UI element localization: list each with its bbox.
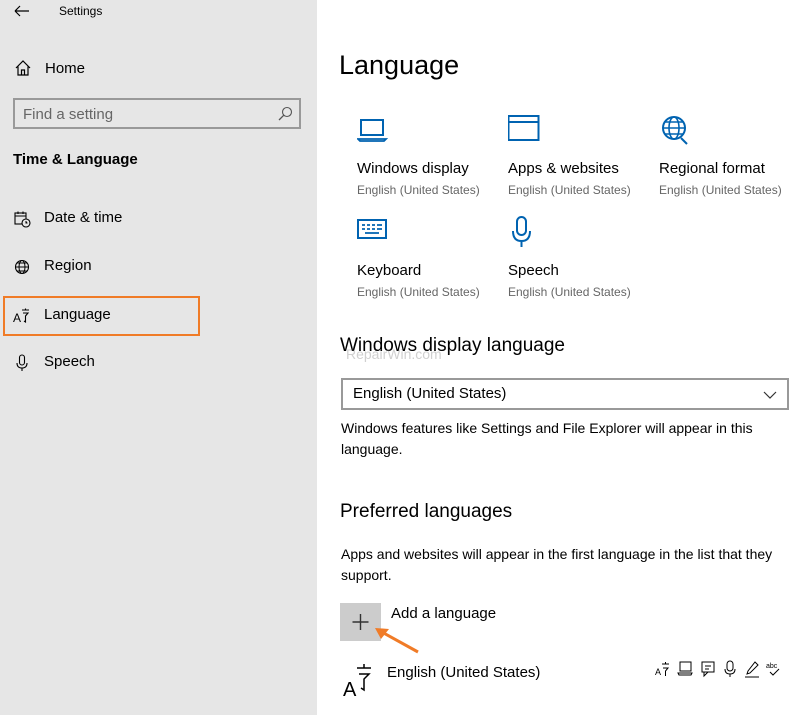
svg-text:A: A	[13, 311, 21, 325]
search-box[interactable]	[13, 98, 301, 129]
handwriting-icon	[745, 661, 759, 678]
sidebar-item-speech[interactable]: Speech	[3, 343, 200, 383]
tile-subtitle: English (United States)	[508, 183, 631, 197]
tile-subtitle: English (United States)	[357, 183, 480, 197]
tile-name: Speech	[508, 262, 559, 279]
microphone-icon	[512, 216, 531, 247]
home-label: Home	[45, 59, 86, 77]
tile-name: Windows display	[357, 160, 469, 177]
tile-name: Apps & websites	[508, 160, 619, 177]
add-language-label: Add a language	[391, 605, 497, 622]
svg-text:A: A	[343, 679, 357, 698]
home-icon	[15, 60, 31, 76]
back-arrow-icon[interactable]	[12, 2, 32, 20]
tile-speech[interactable]: Speech English (United States)	[508, 216, 658, 306]
tile-subtitle: English (United States)	[659, 183, 782, 197]
annotation-arrow	[375, 628, 419, 654]
sidebar-item-label: Region	[44, 257, 92, 274]
display-language-description: Windows features like Settings and File …	[341, 420, 753, 457]
spellcheck-icon: abc	[766, 663, 780, 676]
search-input[interactable]	[23, 104, 263, 124]
microphone-icon	[724, 660, 736, 677]
microphone-icon	[16, 354, 28, 371]
search-icon[interactable]	[277, 106, 293, 122]
language-icon: A	[13, 308, 30, 325]
tile-name: Regional format	[659, 160, 765, 177]
home-nav-item[interactable]: Home	[12, 56, 302, 80]
tile-windows-display[interactable]: Windows display English (United States)	[357, 114, 507, 204]
section-title: Time & Language	[13, 151, 138, 168]
svg-text:abc: abc	[766, 663, 778, 670]
page-title: Language	[339, 50, 460, 80]
language-pack-icon: A	[655, 662, 670, 677]
text-to-speech-icon	[701, 661, 715, 678]
sidebar-item-date-time[interactable]: Date & time	[3, 199, 200, 239]
sidebar-item-label: Date & time	[44, 209, 123, 226]
language-name: English (United States)	[387, 664, 541, 681]
sidebar-item-label: Language	[44, 306, 111, 323]
laptop-icon	[357, 119, 389, 142]
tile-name: Keyboard	[357, 262, 422, 279]
preferred-languages-heading: Preferred languages	[340, 501, 513, 522]
sidebar-item-region[interactable]: Region	[3, 247, 200, 287]
tile-regional-format[interactable]: Regional format English (United States)	[659, 114, 808, 204]
main-content: Language Windows display English (United…	[317, 0, 808, 715]
display-language-value: English (United States)	[353, 385, 507, 402]
svg-text:A: A	[655, 667, 661, 677]
app-title: Settings	[59, 4, 103, 18]
sidebar-item-label: Speech	[44, 353, 95, 370]
window-icon	[508, 115, 540, 141]
language-icon: A	[343, 664, 371, 698]
globe-icon	[662, 116, 688, 145]
sidebar: Settings Home Time & Language Date & tim…	[0, 0, 317, 715]
title-bar: Settings	[0, 0, 317, 24]
globe-icon	[14, 259, 30, 275]
calendar-clock-icon	[14, 211, 31, 228]
display-language-dropdown[interactable]: English (United States)	[341, 378, 789, 410]
display-language-icon	[677, 661, 693, 676]
tile-subtitle: English (United States)	[508, 285, 631, 299]
preferred-languages-description: Apps and websites will appear in the fir…	[341, 546, 773, 583]
language-list-item[interactable]: A English (United States) A abc	[339, 660, 799, 705]
chevron-down-icon	[763, 391, 777, 399]
keyboard-icon	[357, 219, 387, 239]
sidebar-item-language[interactable]: A Language	[3, 296, 200, 336]
tile-subtitle: English (United States)	[357, 285, 480, 299]
watermark: RepairWin.com	[346, 346, 442, 362]
tile-apps-websites[interactable]: Apps & websites English (United States)	[508, 114, 658, 204]
tile-keyboard[interactable]: Keyboard English (United States)	[357, 216, 507, 306]
